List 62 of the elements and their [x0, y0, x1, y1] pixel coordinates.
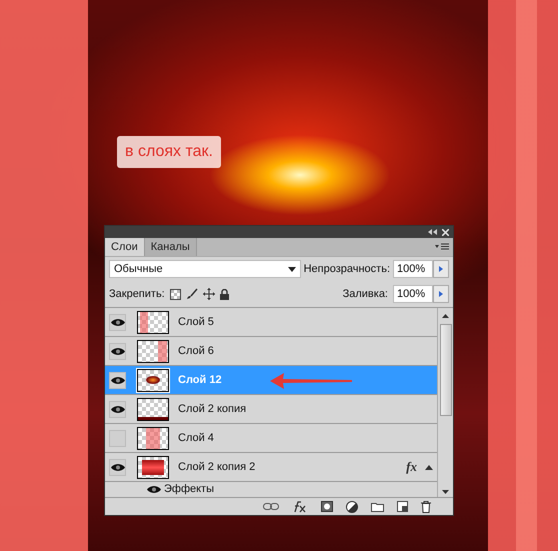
play-arrow-icon: [439, 266, 443, 272]
eye-icon: [110, 346, 124, 356]
layer-thumbnail: [137, 426, 169, 450]
fx-label: fx: [406, 459, 417, 475]
link-icon[interactable]: [263, 503, 279, 510]
collapse-icon[interactable]: [428, 229, 437, 235]
close-icon[interactable]: [442, 228, 449, 236]
opacity-label: Непрозрачность:: [304, 263, 390, 275]
opacity-slider-button[interactable]: [433, 260, 449, 278]
brush-icon[interactable]: [186, 288, 198, 300]
layer-row[interactable]: Слой 2 копия: [105, 395, 437, 424]
layer-name: Слой 12: [178, 374, 222, 386]
visibility-toggle[interactable]: [109, 400, 126, 418]
eye-icon: [110, 462, 124, 472]
lock-icon[interactable]: [220, 288, 229, 300]
adjustment-icon[interactable]: [346, 500, 358, 512]
effects-label: Эффекты: [164, 483, 214, 495]
layer-thumbnail: [137, 310, 169, 334]
layer-thumbnail: [137, 368, 169, 392]
panel-tab[interactable]: Каналы: [144, 238, 197, 256]
visibility-toggle[interactable]: [109, 342, 126, 360]
visibility-toggle[interactable]: [109, 372, 126, 388]
eye-icon: [110, 404, 124, 414]
layer-name: Слой 5: [178, 316, 214, 328]
opacity-field[interactable]: 100%: [393, 260, 433, 278]
layer-thumbnail: [137, 456, 169, 478]
folder-icon[interactable]: [371, 502, 384, 512]
mask-icon[interactable]: [321, 501, 333, 512]
scrollbar[interactable]: [437, 308, 453, 497]
layer-thumbnail: [137, 398, 169, 420]
collapse-arrow-icon[interactable]: [425, 464, 433, 470]
fill-slider-button[interactable]: [433, 285, 449, 303]
layer-row[interactable]: Слой 2 копия 2 fx: [105, 453, 437, 482]
visibility-toggle[interactable]: [109, 314, 126, 330]
fill-field[interactable]: 100%: [393, 285, 433, 303]
caption-label: в слоях так.: [117, 136, 221, 168]
layer-name: Слой 6: [178, 345, 214, 357]
lock-transparency-icon[interactable]: [170, 288, 181, 300]
fill-label: Заливка:: [342, 288, 388, 300]
play-arrow-icon: [439, 291, 443, 297]
move-icon[interactable]: [202, 288, 215, 300]
caret-icon: [288, 266, 296, 272]
layer-name: Слой 2 копия 2: [178, 461, 256, 473]
layer-name: Слой 2 копия: [178, 403, 246, 415]
panel-tab[interactable]: Слои: [105, 238, 145, 256]
fx-icon[interactable]: [292, 500, 308, 512]
layer-row[interactable]: Слой 5: [105, 308, 437, 337]
scroll-down-icon[interactable]: [442, 490, 449, 494]
layer-name: Слой 4: [178, 432, 214, 444]
eye-icon: [110, 318, 124, 326]
eye-icon: [110, 376, 124, 384]
scroll-thumb[interactable]: [440, 324, 452, 416]
panel-menu-icon[interactable]: [435, 243, 449, 250]
new-layer-icon[interactable]: [397, 501, 408, 512]
blend-mode-dropdown[interactable]: Обычные: [109, 260, 301, 278]
layer-thumbnail: [137, 340, 169, 362]
visibility-toggle[interactable]: [109, 430, 126, 446]
visibility-toggle[interactable]: [109, 458, 126, 476]
trash-icon[interactable]: [421, 500, 431, 512]
lock-label: Закрепить:: [109, 288, 165, 300]
layer-row[interactable]: Слой 4: [105, 424, 437, 453]
scroll-up-icon[interactable]: [442, 314, 449, 318]
